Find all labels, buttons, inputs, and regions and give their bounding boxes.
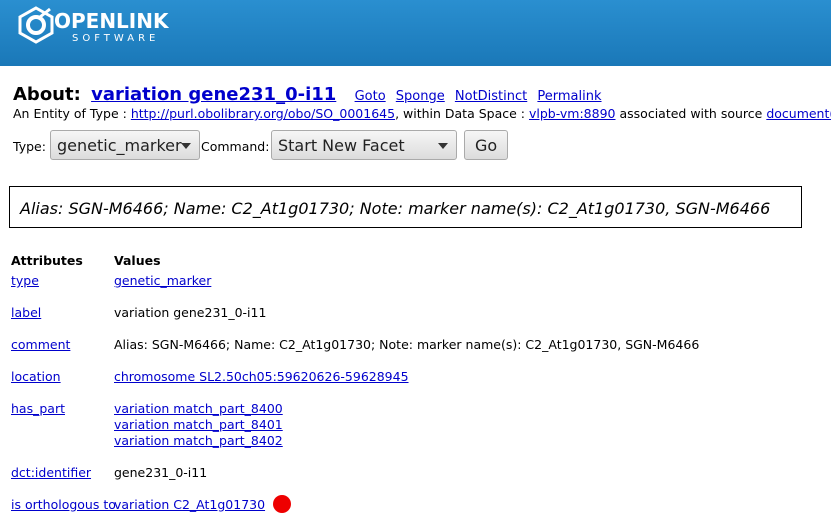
attributes-header: Attributes <box>11 253 83 268</box>
logo-text-bottom: SOFTWARE <box>72 33 160 44</box>
site-header: OPENLINK SOFTWARE <box>0 0 831 66</box>
value-text: Alias: SGN-M6466; Name: C2_At1g01730; No… <box>114 337 700 352</box>
attr-dct-identifier-link[interactable]: dct:identifier <box>11 465 91 480</box>
value-link[interactable]: chromosome SL2.50ch05:59620626-59628945 <box>114 369 409 384</box>
attr-comment-link[interactable]: comment <box>11 337 70 352</box>
chevron-down-icon <box>438 143 448 149</box>
permalink-link[interactable]: Permalink <box>537 89 601 104</box>
command-select-value: Start New Facet <box>278 136 405 155</box>
values-header: Values <box>114 253 161 268</box>
attr-is-orthologous-link[interactable]: is orthologous to <box>11 497 116 512</box>
subject-link[interactable]: variation gene231_0-i11 <box>91 84 336 105</box>
type-label: Type: <box>13 139 46 154</box>
entity-type-link[interactable]: http://purl.obolibrary.org/obo/SO_000164… <box>131 106 395 121</box>
type-select[interactable]: genetic_marker <box>50 130 200 160</box>
command-label: Command: <box>201 139 270 154</box>
entity-middle: , within Data Space : <box>395 106 525 121</box>
value-link[interactable]: variation match_part_8401 <box>114 417 283 432</box>
attr-has-part-link[interactable]: has_part <box>11 401 65 416</box>
value-link[interactable]: variation C2_At1g01730 <box>114 497 265 512</box>
about-heading: About: variation gene231_0-i11 Goto Spon… <box>13 84 608 105</box>
value-link[interactable]: variation match_part_8400 <box>114 401 283 416</box>
value-text: variation gene231_0-i11 <box>114 305 267 320</box>
go-button-label: Go <box>475 136 498 155</box>
notdistinct-link[interactable]: NotDistinct <box>455 89 527 104</box>
openlink-logo[interactable]: OPENLINK SOFTWARE <box>16 5 169 47</box>
entity-description: An Entity of Type : http://purl.obolibra… <box>13 106 831 121</box>
value-link[interactable]: variation match_part_8402 <box>114 433 283 448</box>
openlink-logo-icon <box>18 6 54 44</box>
entity-prefix: An Entity of Type : <box>13 106 127 121</box>
summary-box: Alias: SGN-M6466; Name: C2_At1g01730; No… <box>9 186 802 228</box>
data-space-link[interactable]: vlpb-vm:8890 <box>529 106 616 121</box>
goto-link[interactable]: Goto <box>355 89 386 104</box>
about-prefix: About: <box>13 84 81 105</box>
value-text: gene231_0-i11 <box>114 465 208 480</box>
sponge-link[interactable]: Sponge <box>396 89 445 104</box>
red-dot-icon <box>273 494 292 513</box>
attr-type-link[interactable]: type <box>11 273 39 288</box>
logo-text-top: OPENLINK <box>54 9 169 33</box>
attr-location-link[interactable]: location <box>11 369 61 384</box>
source-documents-link[interactable]: document(s) <box>766 106 831 121</box>
chevron-down-icon <box>181 143 191 149</box>
command-select[interactable]: Start New Facet <box>271 130 457 160</box>
value-link[interactable]: genetic_marker <box>114 273 211 288</box>
about-actions: Goto Sponge NotDistinct Permalink <box>355 89 608 104</box>
type-select-value: genetic_marker <box>57 136 182 155</box>
go-button[interactable]: Go <box>464 130 508 160</box>
entity-suffix: associated with source <box>619 106 763 121</box>
attr-label-link[interactable]: label <box>11 305 41 320</box>
